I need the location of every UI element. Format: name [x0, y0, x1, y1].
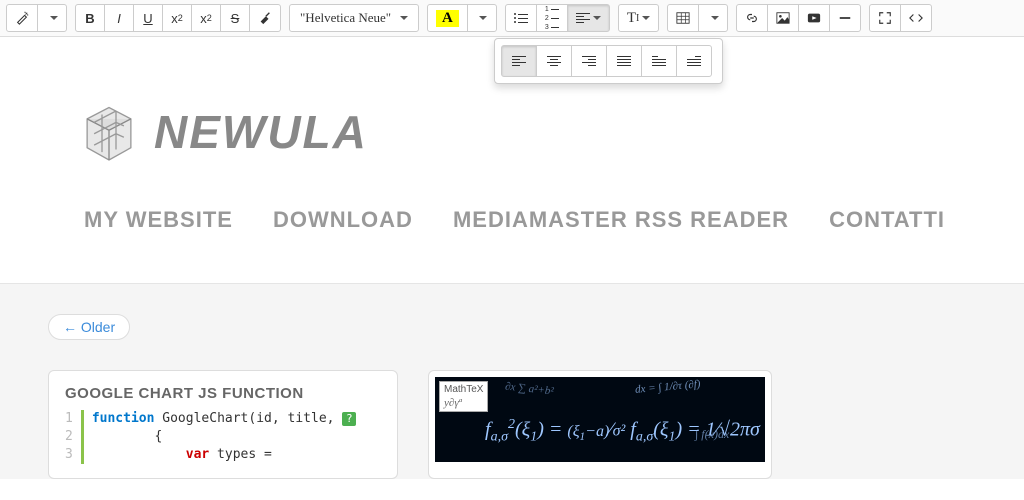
older-link[interactable]: ← Older	[48, 314, 130, 340]
italic-button[interactable]: I	[104, 4, 134, 32]
content-area: ← Older GOOGLE CHART JS FUNCTION 1 2 3 f…	[0, 283, 1024, 479]
superscript-button[interactable]: x2	[162, 4, 192, 32]
code-view-button[interactable]	[900, 4, 932, 32]
hint-icon: ?	[342, 412, 356, 426]
horizontal-rule-button[interactable]	[829, 4, 861, 32]
code-block: 1 2 3 function GoogleChart(id, title, ? …	[65, 410, 381, 464]
ordered-list-button[interactable]: 123	[536, 4, 568, 32]
magic-dropdown[interactable]	[37, 4, 67, 32]
font-family-label: "Helvetica Neue"	[300, 10, 391, 26]
text-size-button[interactable]: TI	[618, 4, 660, 32]
main-nav: MY WEBSITE DOWNLOAD MEDIAMASTER RSS READ…	[84, 207, 1024, 233]
unordered-list-button[interactable]	[505, 4, 537, 32]
card-title: GOOGLE CHART JS FUNCTION	[65, 385, 381, 402]
clear-format-button[interactable]	[249, 4, 281, 32]
formula-bg: dx = ∫ 1/∂τ (∂f)	[635, 378, 701, 396]
text-color-button[interactable]: A	[427, 4, 468, 32]
image-button[interactable]	[767, 4, 799, 32]
card-mathtex: MathTeX y∂γª ∂x ∑ a²+b² dx = ∫ 1/∂τ (∂f)…	[428, 370, 772, 479]
align-right-button[interactable]	[571, 45, 607, 77]
nav-item-contatti[interactable]: CONTATTI	[829, 207, 945, 233]
align-center-button[interactable]	[536, 45, 572, 77]
table-button[interactable]	[667, 4, 699, 32]
cube-icon	[74, 97, 144, 167]
text-color-dropdown[interactable]	[467, 4, 497, 32]
align-dropdown-panel	[494, 38, 723, 84]
nav-item-download[interactable]: DOWNLOAD	[273, 207, 413, 233]
underline-button[interactable]: U	[133, 4, 163, 32]
mathtex-badge: MathTeX y∂γª	[439, 381, 488, 412]
math-image: MathTeX y∂γª ∂x ∑ a²+b² dx = ∫ 1/∂τ (∂f)…	[435, 377, 765, 462]
nav-item-mywebsite[interactable]: MY WEBSITE	[84, 207, 233, 233]
editor-toolbar: B I U x2 x2 S "Helvetica Neue" A 123 TI	[0, 0, 1024, 37]
font-family-select[interactable]: "Helvetica Neue"	[289, 4, 419, 32]
site-logo: NEWULA	[74, 97, 1024, 167]
magic-button[interactable]	[6, 4, 38, 32]
card-google-chart: GOOGLE CHART JS FUNCTION 1 2 3 function …	[48, 370, 398, 479]
video-button[interactable]	[798, 4, 830, 32]
indent-button[interactable]	[676, 45, 712, 77]
formula-bg: ∫ f(x)dx	[695, 427, 729, 442]
editor-content[interactable]: NEWULA MY WEBSITE DOWNLOAD MEDIAMASTER R…	[0, 37, 1024, 479]
fullscreen-button[interactable]	[869, 4, 901, 32]
link-button[interactable]	[736, 4, 768, 32]
subscript-button[interactable]: x2	[191, 4, 221, 32]
align-justify-button[interactable]	[606, 45, 642, 77]
align-left-button[interactable]	[501, 45, 537, 77]
nav-item-mediamaster[interactable]: MEDIAMASTER RSS READER	[453, 207, 789, 233]
formula-bg: ∂x ∑ a²+b²	[505, 380, 555, 397]
logo-text: NEWULA	[154, 105, 368, 159]
table-dropdown[interactable]	[698, 4, 728, 32]
bold-button[interactable]: B	[75, 4, 105, 32]
strikethrough-button[interactable]: S	[220, 4, 250, 32]
outdent-button[interactable]	[641, 45, 677, 77]
paragraph-align-button[interactable]	[567, 4, 610, 32]
